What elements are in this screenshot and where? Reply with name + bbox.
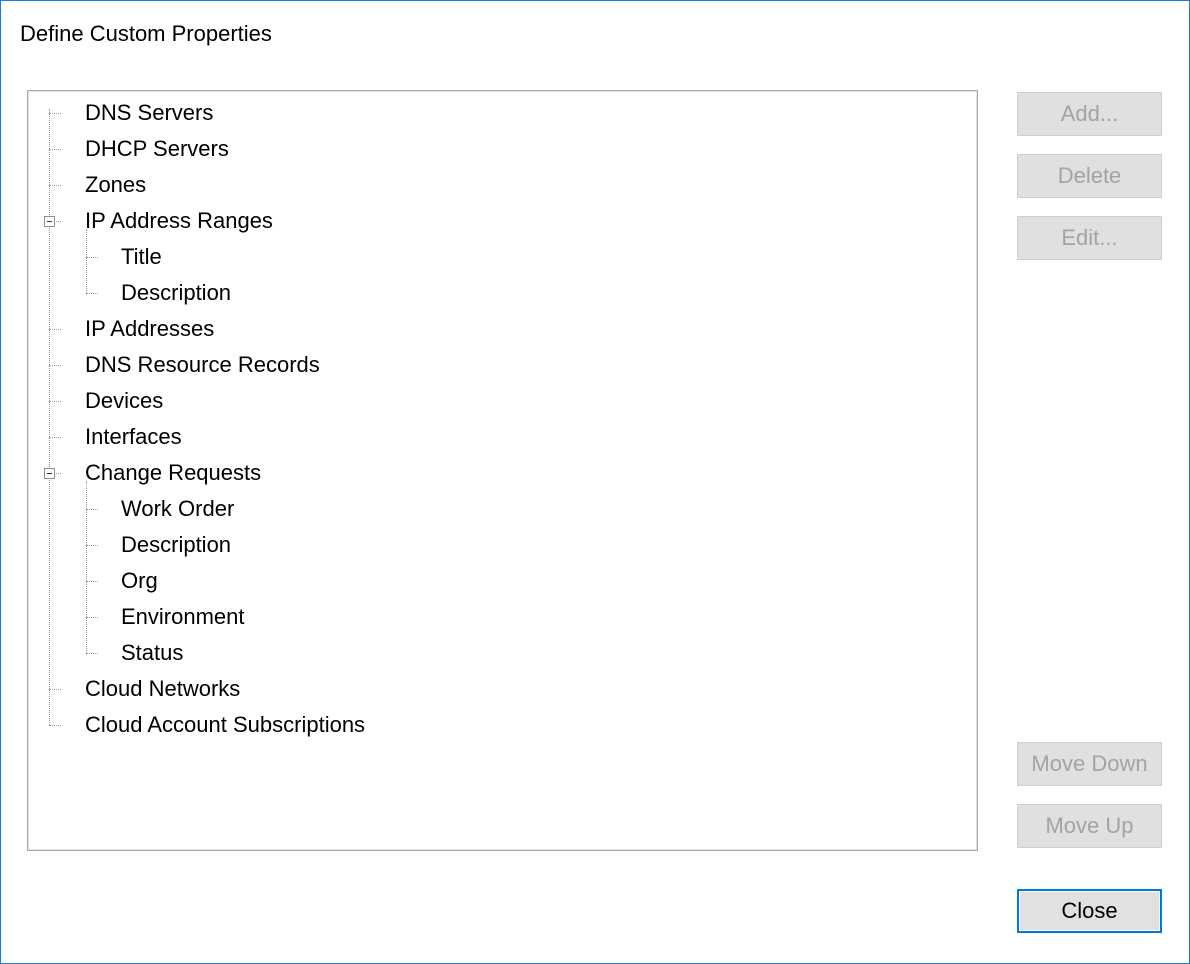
tree-connector [49,401,61,402]
tree-connector [86,293,98,294]
tree-subitem[interactable]: Work Order [121,491,234,527]
tree-connector [49,725,61,726]
tree-subitem[interactable]: Description [121,527,231,563]
tree-connector [49,329,61,330]
tree-connector [49,149,61,150]
tree-connector [49,113,61,114]
tree-connector [86,617,98,618]
close-button[interactable]: Close [1017,889,1162,933]
custom-properties-tree[interactable]: DNS Servers DHCP Servers Zones IP Address R… [27,90,978,851]
tree-item[interactable]: Interfaces [85,419,182,455]
tree-item[interactable]: DHCP Servers [85,131,229,167]
tree-connector [49,437,61,438]
tree-content: DNS Servers DHCP Servers Zones IP Address R… [28,91,977,850]
tree-subitem[interactable]: Title [121,239,162,275]
tree-item[interactable]: DNS Resource Records [85,347,320,383]
tree-connector [86,509,98,510]
tree-connector [49,185,61,186]
tree-connector [86,653,98,654]
move-up-button[interactable]: Move Up [1017,804,1162,848]
tree-connector [86,581,98,582]
tree-item[interactable]: DNS Servers [85,95,213,131]
tree-subitem[interactable]: Status [121,635,183,671]
edit-button[interactable]: Edit... [1017,216,1162,260]
tree-item[interactable]: IP Addresses [85,311,214,347]
tree-subitem[interactable]: Description [121,275,231,311]
tree-root-line [49,109,50,725]
dialog-title: Define Custom Properties [20,21,272,46]
tree-connector [49,365,61,366]
tree-item[interactable]: Devices [85,383,163,419]
dialog-window: Define Custom Properties DNS Servers DHCP… [0,0,1190,964]
tree-child-line [86,481,87,653]
tree-item[interactable]: Cloud Networks [85,671,240,707]
tree-subitem[interactable]: Environment [121,599,245,635]
delete-button[interactable]: Delete [1017,154,1162,198]
move-down-button[interactable]: Move Down [1017,742,1162,786]
add-button[interactable]: Add... [1017,92,1162,136]
tree-connector [86,257,98,258]
tree-item[interactable]: Change Requests [85,455,261,491]
tree-item[interactable]: IP Address Ranges [85,203,273,239]
collapse-toggle-icon[interactable] [44,216,55,227]
tree-item[interactable]: Cloud Account Subscriptions [85,707,365,743]
tree-connector [86,545,98,546]
tree-subitem[interactable]: Org [121,563,158,599]
tree-connector [49,689,61,690]
collapse-toggle-icon[interactable] [44,468,55,479]
tree-item[interactable]: Zones [85,167,146,203]
